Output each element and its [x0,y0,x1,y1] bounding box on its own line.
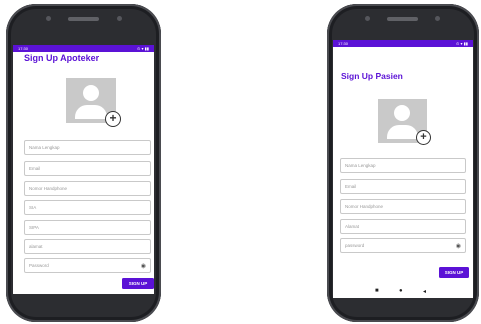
back-icon[interactable]: ◂ [423,288,426,295]
screen-pasien: 17:30 ⊙ ▾ ▮▮ Sign Up Pasien + Nama Lengk… [333,40,473,298]
camera-dot [117,16,122,21]
alamat-input[interactable]: alamat [24,239,151,254]
field-placeholder: password [345,243,365,248]
profile-photo-picker[interactable]: + [378,99,431,145]
add-circle-icon[interactable]: + [105,111,121,127]
field-placeholder: Email [29,166,41,171]
field-placeholder: SIPA [29,225,39,230]
earpiece [387,17,418,21]
navigation-bar: ■ ● ◂ [13,291,154,294]
screen-apoteker: 17:30 ⊙ ▾ ▮▮ Sign Up Apoteker + Nama Len… [13,45,154,294]
add-circle-icon[interactable]: + [416,130,431,145]
page-title: Sign Up Pasien [341,71,403,81]
field-placeholder: alamat [29,244,43,249]
field-placeholder: Alamat [345,224,360,229]
field-placeholder: Password [29,263,49,268]
sipa-input[interactable]: SIPA [24,220,151,235]
status-icons: ⊙ ▾ ▮▮ [456,41,468,46]
person-icon [394,105,410,121]
nama-lengkap-input[interactable]: Nama Lengkap [24,140,151,155]
camera-dot [46,16,51,21]
status-bar: 17:30 ⊙ ▾ ▮▮ [333,40,473,47]
sign-up-button[interactable]: SIGN UP [122,278,154,289]
field-placeholder: Nama Lengkap [29,145,60,150]
password-input[interactable]: password ◉ [340,238,466,253]
page-title: Sign Up Apoteker [24,53,100,63]
alamat-input[interactable]: Alamat [340,219,466,234]
navigation-bar: ■ ● ◂ [333,285,473,298]
earpiece [68,17,99,21]
sign-up-button[interactable]: SIGN UP [439,267,469,278]
field-placeholder: Nomor Handphone [29,186,68,191]
home-icon[interactable]: ● [399,288,403,294]
person-icon [83,85,99,101]
sia-input[interactable]: SIA [24,200,151,215]
phone-pasien: 17:30 ⊙ ▾ ▮▮ Sign Up Pasien + Nama Lengk… [327,4,479,322]
eye-icon[interactable]: ◉ [456,242,461,249]
password-input[interactable]: Password ◉ [24,258,151,273]
email-input[interactable]: Email [340,179,466,194]
field-placeholder: Email [345,184,357,189]
status-bar: 17:30 ⊙ ▾ ▮▮ [13,45,154,52]
eye-icon[interactable]: ◉ [141,262,146,269]
status-time: 17:30 [338,41,349,46]
field-placeholder: SIA [29,205,37,210]
phone-apoteker: 17:30 ⊙ ▾ ▮▮ Sign Up Apoteker + Nama Len… [6,4,161,322]
profile-photo-picker[interactable]: + [66,78,121,127]
recents-icon[interactable]: ■ [375,288,379,294]
email-input[interactable]: Email [24,161,151,176]
status-time: 17:30 [18,46,29,51]
person-body [75,105,107,119]
field-placeholder: Nomor Handphone [345,204,384,209]
nama-lengkap-input[interactable]: Nama Lengkap [340,158,466,173]
status-icons: ⊙ ▾ ▮▮ [137,46,149,51]
person-body [387,125,418,139]
camera-dot [365,16,370,21]
nomor-handphone-input[interactable]: Nomor Handphone [340,199,466,214]
camera-dot [435,16,440,21]
nomor-handphone-input[interactable]: Nomor Handphone [24,181,151,196]
field-placeholder: Nama Lengkap [345,163,376,168]
